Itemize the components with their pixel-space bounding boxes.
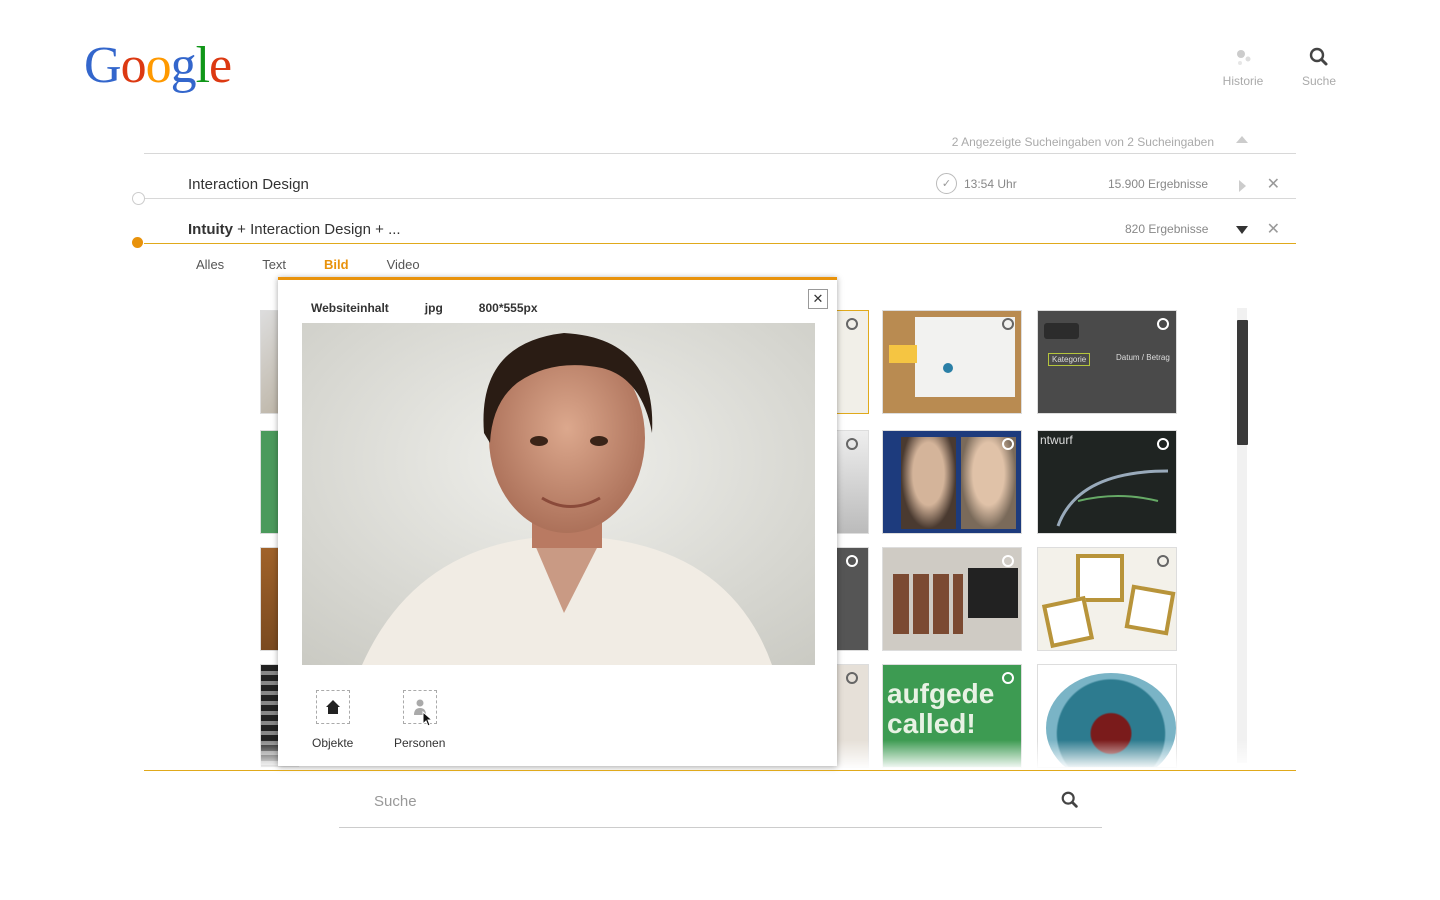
search-nav-label: Suche xyxy=(1301,74,1337,88)
history-time: 13:54 Uhr xyxy=(964,177,1017,191)
image-source-type: Websiteinhalt xyxy=(311,301,389,315)
portrait-photo xyxy=(302,323,815,665)
image-thumbnail[interactable] xyxy=(882,310,1022,414)
collapse-arrow-icon[interactable] xyxy=(1236,136,1248,143)
image-thumbnail[interactable] xyxy=(1037,547,1177,651)
product-tiles xyxy=(893,574,963,634)
remove-query-icon[interactable]: ✕ xyxy=(1267,174,1280,194)
zoom-icon[interactable] xyxy=(846,555,858,567)
history-results: 15.900 Ergebnisse xyxy=(1108,177,1209,191)
history-summary-text: 2 Angezeigte Sucheingaben von 2 Sucheing… xyxy=(951,135,1214,149)
google-logo[interactable]: Google xyxy=(84,40,232,92)
tab-text[interactable]: Text xyxy=(262,257,286,272)
history-query[interactable]: Interaction Design xyxy=(188,176,309,193)
flow-diagram xyxy=(1056,469,1169,527)
clock-card xyxy=(1076,554,1124,602)
query-rest: + Interaction Design + ... xyxy=(233,221,401,238)
history-icon xyxy=(1237,50,1251,65)
zoom-icon[interactable] xyxy=(1002,438,1014,450)
paper-sheet xyxy=(915,317,1015,397)
persons-label: Personen xyxy=(394,736,446,750)
portrait-left xyxy=(901,437,956,529)
zoom-icon[interactable] xyxy=(846,318,858,330)
zoom-icon[interactable] xyxy=(1002,318,1014,330)
history-row[interactable]: Interaction Design ✓ 13:54 Uhr 15.900 Er… xyxy=(132,154,1296,205)
image-actions: Objekte Personen xyxy=(278,690,837,766)
tab-alles[interactable]: Alles xyxy=(196,257,224,272)
expand-arrow-icon[interactable] xyxy=(1239,180,1246,192)
remove-query-icon[interactable]: ✕ xyxy=(1267,219,1280,239)
history-row-active[interactable]: Intuity + Interaction Design + ... 820 E… xyxy=(132,199,1296,248)
image-info: Websiteinhalt jpg 800*555px xyxy=(311,301,574,315)
image-thumbnail[interactable]: ntwurf xyxy=(1037,430,1177,534)
zoom-icon[interactable] xyxy=(846,438,858,450)
preview-image xyxy=(302,323,815,665)
mouse-cursor-icon xyxy=(422,711,434,727)
tab-bild[interactable]: Bild xyxy=(324,257,349,272)
zoom-icon[interactable] xyxy=(1157,438,1169,450)
zoom-icon[interactable] xyxy=(1157,555,1169,567)
history-results: 820 Ergebnisse xyxy=(1125,222,1209,236)
expanded-arrow-icon[interactable] xyxy=(1236,226,1248,234)
history-summary: 2 Angezeigte Sucheingaben von 2 Sucheing… xyxy=(144,133,1296,154)
search-input[interactable] xyxy=(372,788,1026,814)
image-thumbnail[interactable] xyxy=(882,547,1022,651)
thumbnail-caption: aufgede called! xyxy=(887,678,995,739)
search-icon[interactable] xyxy=(1060,790,1080,810)
results-bottom-rule xyxy=(144,770,1296,771)
ui-control xyxy=(1044,323,1079,339)
scrollbar-thumb[interactable] xyxy=(1237,320,1248,445)
history-nav-label: Historie xyxy=(1222,74,1264,88)
image-thumbnail[interactable] xyxy=(835,430,869,534)
image-thumbnail[interactable] xyxy=(882,430,1022,534)
image-dimensions: 800*555px xyxy=(478,301,538,315)
pin xyxy=(943,363,953,373)
objects-label: Objekte xyxy=(312,736,354,750)
bottom-search-bar xyxy=(339,782,1102,828)
card xyxy=(1124,584,1176,636)
tab-video[interactable]: Video xyxy=(387,257,420,272)
datum-label: Datum / Betrag xyxy=(1116,353,1170,362)
image-thumbnail-selected[interactable] xyxy=(835,310,869,414)
top-navigation: Historie Suche xyxy=(1218,46,1344,88)
check-icon: ✓ xyxy=(936,173,957,194)
product-box xyxy=(968,568,1018,618)
result-type-tabs: Alles Text Bild Video xyxy=(196,257,458,272)
kategorie-label: Kategorie xyxy=(1048,353,1091,366)
house-icon xyxy=(315,690,350,724)
timeline-dot-active xyxy=(132,237,143,248)
zoom-icon[interactable] xyxy=(1157,318,1169,330)
image-thumbnail[interactable] xyxy=(835,547,869,651)
zoom-icon[interactable] xyxy=(1157,672,1169,684)
close-icon[interactable]: ✕ xyxy=(808,289,828,309)
history-nav-button[interactable]: Historie xyxy=(1218,46,1268,88)
zoom-icon[interactable] xyxy=(1002,555,1014,567)
card xyxy=(1041,595,1095,649)
persons-button[interactable]: Personen xyxy=(394,690,445,750)
objects-button[interactable]: Objekte xyxy=(312,690,353,750)
zoom-icon[interactable] xyxy=(846,672,858,684)
search-nav-button[interactable]: Suche xyxy=(1294,46,1344,88)
image-preview-popup: Websiteinhalt jpg 800*555px ✕ Objekte Pe… xyxy=(278,277,837,766)
image-thumbnail[interactable]: Kategorie Datum / Betrag xyxy=(1037,310,1177,414)
portrait-right xyxy=(961,437,1016,529)
image-format: jpg xyxy=(424,301,443,315)
search-icon xyxy=(1309,47,1328,66)
query-bold-term: Intuity xyxy=(188,221,233,238)
zoom-icon[interactable] xyxy=(1002,672,1014,684)
history-query-active[interactable]: Intuity + Interaction Design + ... xyxy=(188,221,401,238)
sticky-note xyxy=(889,345,917,363)
